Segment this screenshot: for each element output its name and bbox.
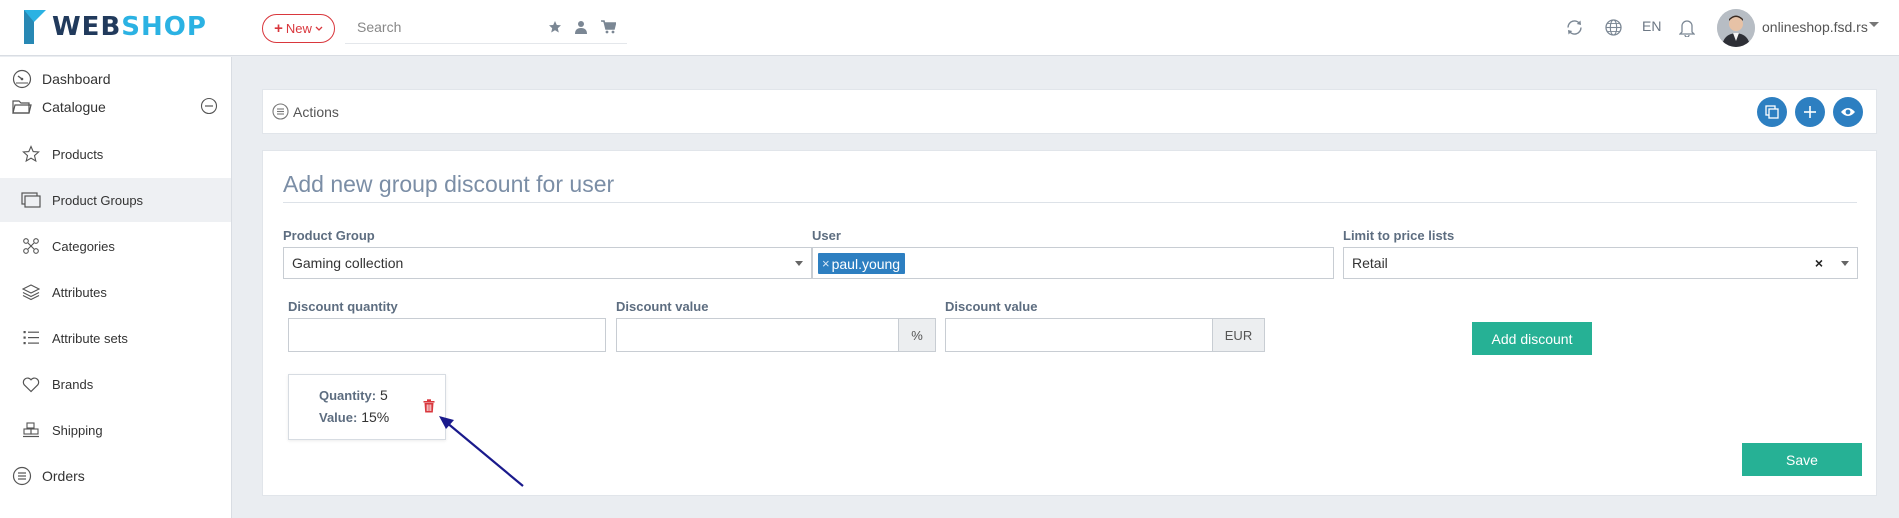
discount-percent-input[interactable] (616, 318, 899, 352)
refresh-icon[interactable] (1565, 18, 1584, 37)
title-divider (283, 202, 1857, 203)
sidebar-item-label: Products (52, 146, 104, 162)
list-icon (20, 327, 42, 349)
heart-icon (20, 373, 42, 395)
percent-addon: % (899, 318, 936, 352)
star-icon (20, 143, 42, 165)
search-bar (345, 12, 627, 44)
sidebar-item-label: Brands (52, 376, 94, 392)
categories-icon (20, 235, 42, 257)
sidebar-item-label: Attributes (52, 284, 107, 300)
new-button[interactable]: + New (262, 14, 335, 43)
logo-shop-text: SHOP (121, 12, 207, 42)
discount-percent-label: Discount value (616, 299, 709, 314)
preview-button[interactable] (1833, 97, 1863, 127)
discount-amount-input[interactable] (945, 318, 1213, 352)
currency-addon: EUR (1213, 318, 1265, 352)
value-value: 15% (361, 409, 390, 425)
price-list-value: Retail (1352, 255, 1388, 271)
discount-quantity-label: Discount quantity (288, 299, 398, 314)
language-selector[interactable]: EN (1642, 18, 1661, 34)
sidebar-item-products[interactable]: Products (0, 132, 231, 176)
chevron-down-icon (1841, 261, 1849, 266)
search-input[interactable] (345, 12, 545, 42)
user-label: User (812, 228, 841, 243)
user-icon[interactable] (575, 20, 587, 34)
avatar[interactable] (1717, 9, 1755, 47)
eye-icon (1841, 108, 1855, 116)
menu-list-icon[interactable] (272, 103, 289, 123)
sidebar-item-shipping[interactable]: Shipping (0, 408, 231, 452)
discount-amount-label: Discount value (945, 299, 1038, 314)
clear-selection-icon[interactable]: × (1815, 255, 1823, 271)
account-name[interactable]: onlineshop.fsd.rs (1762, 19, 1868, 35)
sidebar-item-label: Attribute sets (52, 330, 128, 346)
product-group-label: Product Group (283, 228, 375, 243)
globe-icon[interactable] (1604, 18, 1623, 37)
user-tag: × paul.young (818, 253, 906, 274)
star-icon[interactable] (548, 20, 562, 34)
product-groups-icon (20, 189, 42, 211)
price-list-select[interactable]: Retail × (1343, 247, 1858, 279)
remove-tag-icon[interactable]: × (822, 256, 830, 271)
sidebar-item-label: Shipping (52, 422, 103, 438)
user-select[interactable]: × paul.young (812, 247, 1334, 279)
quantity-key: Quantity: (319, 388, 377, 403)
copy-button[interactable] (1757, 97, 1787, 127)
add-discount-button[interactable]: Add discount (1472, 322, 1592, 355)
value-key: Value: (319, 410, 358, 425)
quantity-value: 5 (379, 387, 388, 403)
actions-label[interactable]: Actions (293, 104, 339, 120)
chevron-down-icon (795, 261, 803, 266)
sidebar: Dashboard Catalogue Products Product Gro… (0, 57, 232, 518)
sidebar-item-catalogue[interactable]: Catalogue (0, 85, 231, 129)
copy-icon (1765, 105, 1779, 119)
folder-icon (11, 96, 33, 118)
plus-icon (1804, 106, 1816, 118)
logo-flag-icon (24, 10, 46, 44)
account-dropdown-icon[interactable] (1869, 22, 1879, 27)
sidebar-item-label: Orders (42, 468, 85, 484)
bell-icon[interactable] (1679, 18, 1695, 37)
annotation-arrow-icon (439, 416, 524, 487)
sidebar-item-label: Catalogue (42, 99, 106, 115)
shipping-icon (20, 419, 42, 441)
product-group-value: Gaming collection (292, 255, 404, 271)
collapse-icon[interactable] (200, 97, 218, 115)
sidebar-item-label: Categories (52, 238, 115, 254)
top-bar: WEBSHOP + New EN onl (0, 0, 1899, 56)
logo-web-text: WEB (52, 12, 122, 42)
orders-icon (11, 465, 33, 487)
sidebar-item-brands[interactable]: Brands (0, 362, 231, 406)
plus-icon: + (274, 20, 283, 37)
add-button[interactable] (1795, 97, 1825, 127)
sidebar-item-orders[interactable]: Orders (0, 454, 231, 498)
webshop-logo[interactable]: WEBSHOP (22, 8, 207, 46)
product-group-select[interactable]: Gaming collection (283, 247, 812, 279)
new-button-label: New (285, 21, 312, 36)
chevron-down-icon (315, 26, 323, 31)
sidebar-item-attribute-sets[interactable]: Attribute sets (0, 316, 231, 360)
cart-icon[interactable] (601, 20, 616, 34)
discount-quantity-input[interactable] (288, 318, 606, 352)
actions-bar: Actions (262, 89, 1877, 134)
discount-entry-card: Quantity: 5 Value: 15% (288, 374, 446, 440)
sidebar-item-label: Product Groups (52, 192, 144, 208)
sidebar-item-product-groups[interactable]: Product Groups (0, 178, 231, 222)
sidebar-item-attributes[interactable]: Attributes (0, 270, 231, 314)
save-button[interactable]: Save (1742, 443, 1862, 476)
sidebar-item-categories[interactable]: Categories (0, 224, 231, 268)
page-title: Add new group discount for user (283, 171, 615, 197)
price-list-label: Limit to price lists (1343, 228, 1455, 243)
user-tag-label: paul.young (831, 255, 901, 272)
layers-icon (20, 281, 42, 303)
